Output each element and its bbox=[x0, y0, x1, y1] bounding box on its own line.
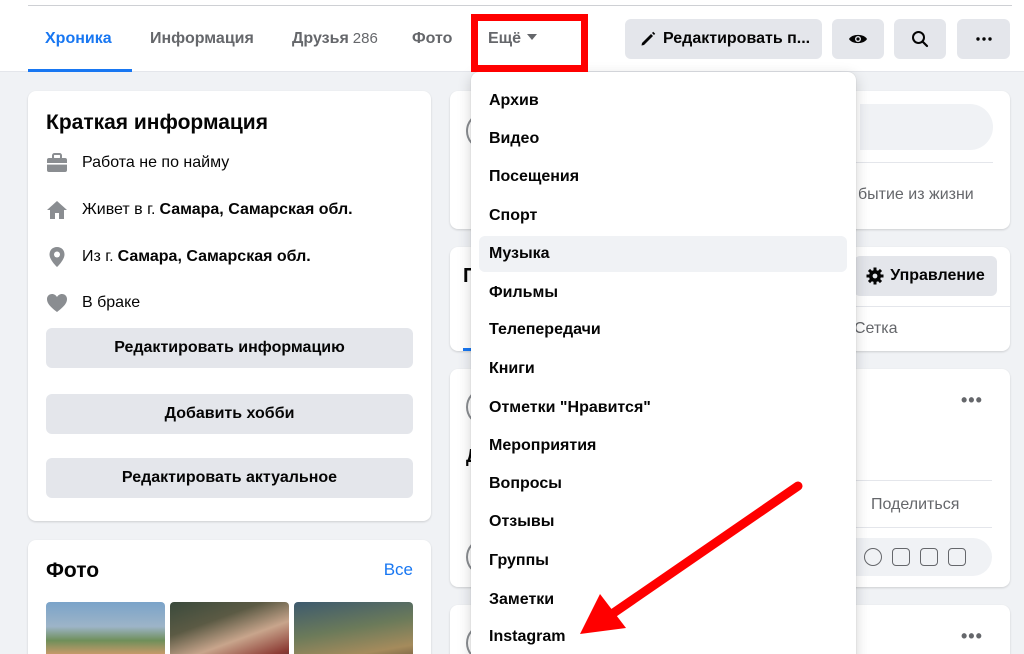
divider bbox=[28, 5, 1012, 6]
dots-icon bbox=[975, 37, 992, 41]
menu-item-music[interactable]: Музыка bbox=[479, 236, 847, 272]
photo-thumbnail[interactable] bbox=[46, 602, 165, 654]
intro-lives-place[interactable]: Самара, Самарская обл. bbox=[159, 201, 352, 219]
edit-profile-label: Редактировать п... bbox=[663, 30, 811, 47]
share-label: Поделиться bbox=[871, 496, 960, 513]
photos-title: Фото bbox=[46, 559, 100, 582]
tab-friends[interactable]: Друзья 286 bbox=[292, 30, 378, 48]
photos-card: Фото Все bbox=[28, 540, 431, 654]
menu-item-checkins[interactable]: Посещения bbox=[479, 159, 847, 195]
intro-work-text: Работа не по найму bbox=[82, 154, 230, 171]
emoji-icon[interactable] bbox=[864, 548, 882, 566]
highlight-box bbox=[471, 14, 588, 72]
intro-from: Из г. Самара, Самарская обл. bbox=[44, 244, 311, 270]
menu-item-reviews[interactable]: Отзывы bbox=[479, 504, 847, 540]
life-event-button[interactable]: бытие из жизни bbox=[858, 186, 974, 204]
menu-item-archive[interactable]: Архив bbox=[479, 83, 847, 119]
intro-relationship-text: В браке bbox=[82, 294, 141, 311]
menu-item-sports[interactable]: Спорт bbox=[479, 198, 847, 234]
grid-view-tab[interactable]: Сетка bbox=[854, 320, 898, 338]
camera-icon[interactable] bbox=[892, 548, 910, 566]
intro-relationship: В браке bbox=[44, 290, 140, 316]
divider bbox=[852, 527, 992, 528]
tab-photos[interactable]: Фото bbox=[412, 30, 452, 48]
see-all-photos-link[interactable]: Все bbox=[384, 560, 413, 580]
edit-featured-button[interactable]: Редактировать актуальное bbox=[46, 458, 413, 498]
intro-lives-prefix: Живет в г. bbox=[82, 201, 156, 218]
intro-card: Краткая информация Работа не по найму Жи… bbox=[28, 91, 431, 521]
edit-info-button[interactable]: Редактировать информацию bbox=[46, 328, 413, 368]
more-dropdown-menu: Архив Видео Посещения Спорт Музыка Фильм… bbox=[471, 72, 856, 654]
intro-lives: Живет в г. Самара, Самарская обл. bbox=[44, 197, 353, 223]
tab-timeline[interactable]: Хроника bbox=[45, 30, 112, 48]
divider bbox=[852, 306, 1010, 307]
intro-work: Работа не по найму bbox=[44, 150, 229, 176]
divider bbox=[856, 162, 993, 163]
share-button[interactable]: Поделиться bbox=[855, 496, 959, 514]
gear-icon bbox=[866, 267, 884, 285]
intro-from-place[interactable]: Самара, Самарская обл. bbox=[118, 248, 311, 266]
menu-item-books[interactable]: Книги bbox=[479, 351, 847, 387]
comment-input[interactable] bbox=[852, 538, 992, 576]
search-icon bbox=[912, 31, 929, 48]
sticker-icon[interactable] bbox=[948, 548, 966, 566]
edit-profile-button[interactable]: Редактировать п... bbox=[625, 19, 822, 59]
menu-item-groups[interactable]: Группы bbox=[479, 543, 847, 579]
home-icon bbox=[44, 197, 70, 223]
heart-icon bbox=[44, 290, 70, 316]
view-as-button[interactable] bbox=[832, 19, 884, 59]
eye-icon bbox=[849, 34, 867, 44]
tab-info[interactable]: Информация bbox=[150, 30, 254, 48]
menu-item-notes[interactable]: Заметки bbox=[479, 582, 847, 618]
add-hobby-button[interactable]: Добавить хобби bbox=[46, 394, 413, 434]
intro-title: Краткая информация bbox=[46, 111, 268, 134]
menu-item-events[interactable]: Мероприятия bbox=[479, 428, 847, 464]
menu-item-tv-shows[interactable]: Телепередачи bbox=[479, 312, 847, 348]
menu-item-movies[interactable]: Фильмы bbox=[479, 275, 847, 311]
briefcase-icon bbox=[44, 150, 70, 176]
intro-from-prefix: Из г. bbox=[82, 248, 114, 265]
photo-thumbnail[interactable] bbox=[170, 602, 289, 654]
friends-count: 286 bbox=[352, 30, 378, 47]
tab-friends-label: Друзья bbox=[292, 30, 349, 47]
more-options-button[interactable] bbox=[957, 19, 1010, 59]
menu-item-video[interactable]: Видео bbox=[479, 121, 847, 157]
post-menu-icon[interactable]: ••• bbox=[961, 626, 983, 647]
gif-icon[interactable] bbox=[920, 548, 938, 566]
post-composer-input[interactable] bbox=[860, 104, 993, 150]
menu-item-instagram[interactable]: Instagram bbox=[479, 619, 847, 654]
search-profile-button[interactable] bbox=[894, 19, 946, 59]
pencil-icon bbox=[641, 31, 656, 46]
manage-posts-label: Управление bbox=[890, 267, 985, 284]
location-pin-icon bbox=[44, 244, 70, 270]
menu-item-questions[interactable]: Вопросы bbox=[479, 466, 847, 502]
active-tab-indicator bbox=[28, 69, 132, 72]
divider bbox=[852, 480, 992, 481]
menu-item-likes[interactable]: Отметки "Нравится" bbox=[479, 390, 847, 426]
manage-posts-button[interactable]: Управление bbox=[854, 256, 997, 296]
photo-thumbnail[interactable] bbox=[294, 602, 413, 654]
post-menu-icon[interactable]: ••• bbox=[961, 390, 983, 411]
